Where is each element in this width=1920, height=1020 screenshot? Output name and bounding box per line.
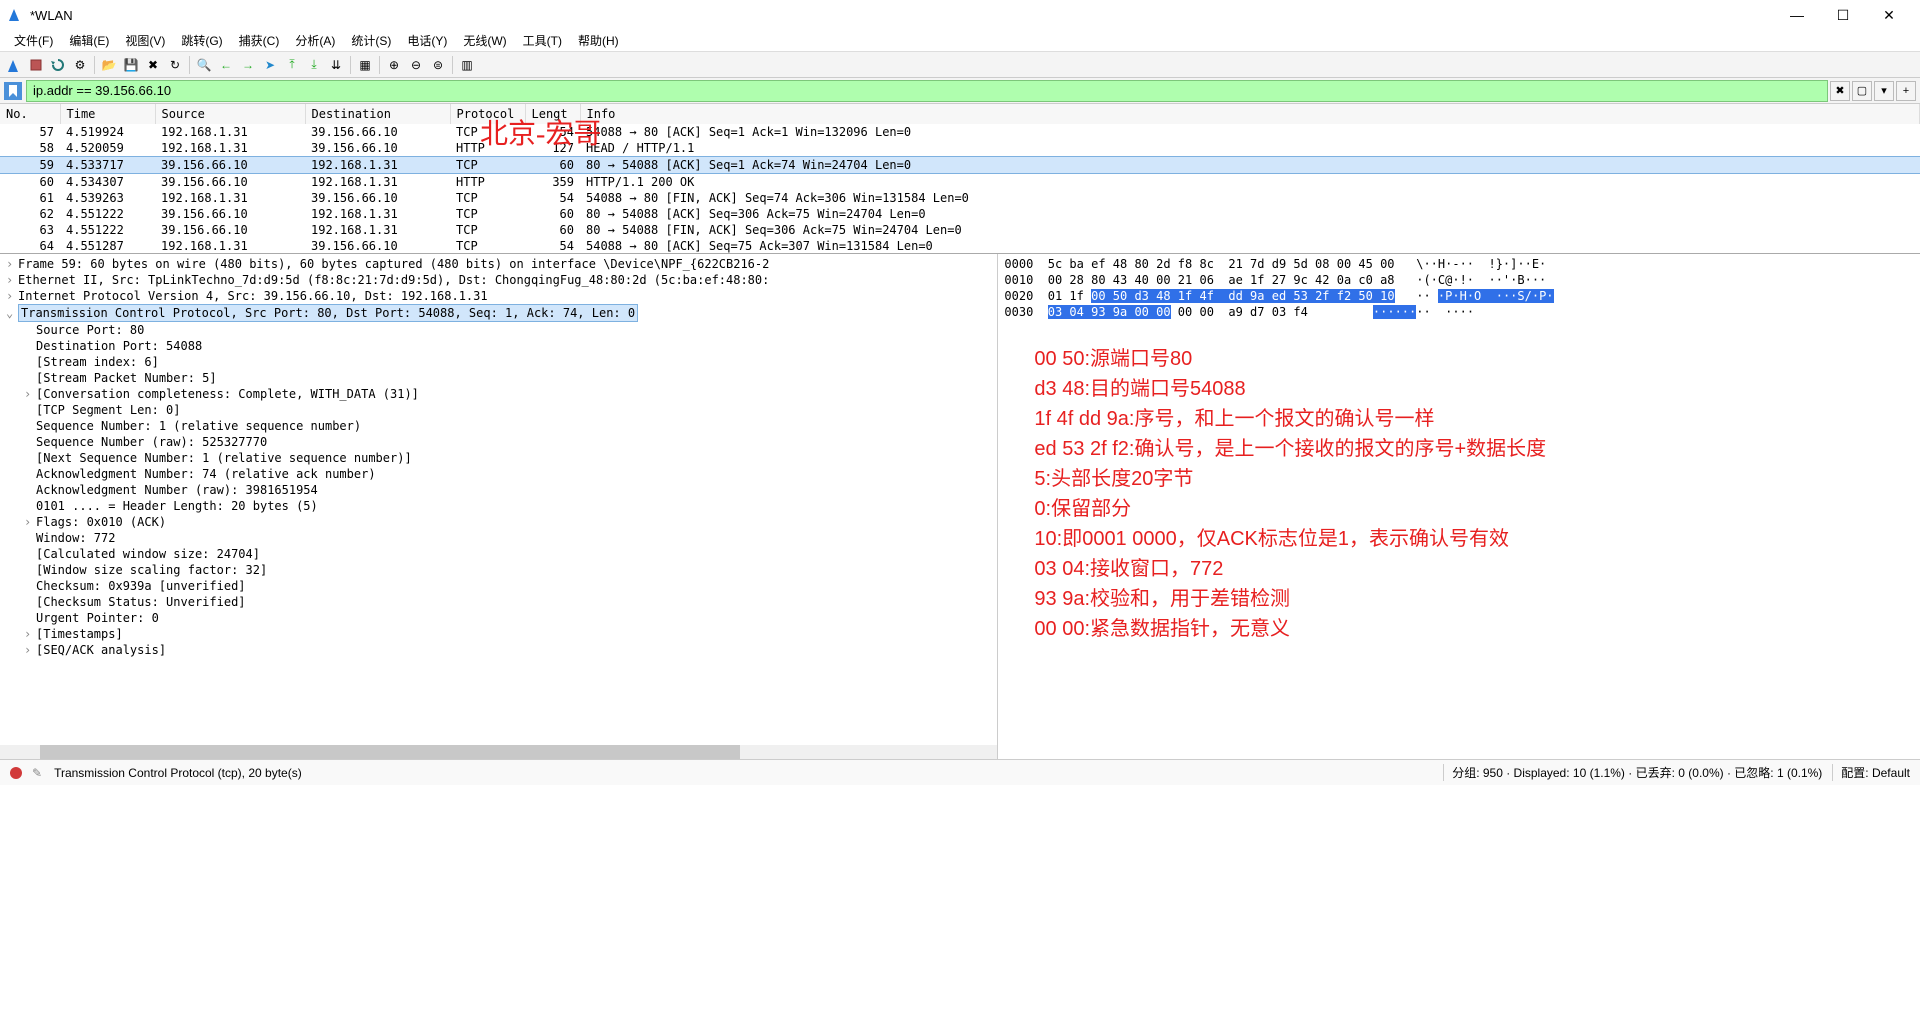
table-row[interactable]: 644.551287192.168.1.3139.156.66.10TCP545… [0,238,1920,254]
annotation-title: 北京-宏哥 [480,112,601,152]
colorize-icon[interactable]: ▦ [355,55,375,75]
detail-field[interactable]: Acknowledgment Number: 74 (relative ack … [6,466,991,482]
scrollbar-h[interactable] [0,745,997,759]
menubar: 文件(F) 编辑(E) 视图(V) 跳转(G) 捕获(C) 分析(A) 统计(S… [0,30,1920,52]
zoom-reset-icon[interactable]: ⊜ [428,55,448,75]
start-capture-icon[interactable] [4,55,24,75]
maximize-button[interactable]: ☐ [1820,0,1866,30]
capture-comment-icon[interactable]: ✎ [32,766,42,780]
hex-pane[interactable]: 0000 5c ba ef 48 80 2d f8 8c 21 7d d9 5d… [998,254,1920,759]
display-filter-input[interactable] [26,80,1828,102]
detail-field[interactable]: Acknowledgment Number (raw): 3981651954 [6,482,991,498]
goto-icon[interactable]: ➤ [260,55,280,75]
detail-field[interactable]: Urgent Pointer: 0 [6,610,991,626]
prev-icon[interactable]: ← [216,55,236,75]
stop-capture-icon[interactable] [26,55,46,75]
apply-filter-icon[interactable]: ▢ [1852,81,1872,101]
menu-wireless[interactable]: 无线(W) [455,30,514,51]
detail-field[interactable]: Source Port: 80 [6,322,991,338]
titlebar: *WLAN — ☐ ✕ [0,0,1920,30]
detail-field[interactable]: Sequence Number (raw): 525327770 [6,434,991,450]
detail-field[interactable]: [Window size scaling factor: 32] [6,562,991,578]
zoom-in-icon[interactable]: ⊕ [384,55,404,75]
detail-frame[interactable]: Frame 59: 60 bytes on wire (480 bits), 6… [18,257,769,271]
detail-ip[interactable]: Internet Protocol Version 4, Src: 39.156… [18,289,488,303]
detail-field[interactable]: ›[Timestamps] [6,626,991,642]
history-filter-icon[interactable]: ▾ [1874,81,1894,101]
table-row[interactable]: 604.53430739.156.66.10192.168.1.31HTTP35… [0,174,1920,191]
open-icon[interactable]: 📂 [99,55,119,75]
autoscroll-icon[interactable]: ⇊ [326,55,346,75]
menu-help[interactable]: 帮助(H) [570,30,627,51]
reload-icon[interactable]: ↻ [165,55,185,75]
packet-details[interactable]: ›Frame 59: 60 bytes on wire (480 bits), … [0,254,998,759]
table-row[interactable]: 594.53371739.156.66.10192.168.1.31TCP608… [0,157,1920,174]
first-icon[interactable]: ⤒ [282,55,302,75]
save-icon[interactable]: 💾 [121,55,141,75]
table-row[interactable]: 634.55122239.156.66.10192.168.1.31TCP608… [0,222,1920,238]
toolbar: ⚙ 📂 💾 ✖ ↻ 🔍 ← → ➤ ⤒ ⤓ ⇊ ▦ ⊕ ⊖ ⊜ ▥ [0,52,1920,78]
detail-field[interactable]: [Stream Packet Number: 5] [6,370,991,386]
detail-field[interactable]: [Checksum Status: Unverified] [6,594,991,610]
status-selection: Transmission Control Protocol (tcp), 20 … [54,766,1439,780]
col-source[interactable]: Source [155,104,305,124]
detail-field[interactable]: ›Flags: 0x010 (ACK) [6,514,991,530]
close-button[interactable]: ✕ [1866,0,1912,30]
detail-field[interactable]: Window: 772 [6,530,991,546]
zoom-out-icon[interactable]: ⊖ [406,55,426,75]
menu-stats[interactable]: 统计(S) [343,30,399,51]
minimize-button[interactable]: — [1774,0,1820,30]
status-profile[interactable]: 配置: Default [1832,764,1910,781]
col-info[interactable]: Info [580,104,1920,124]
statusbar: ✎ Transmission Control Protocol (tcp), 2… [0,759,1920,785]
window-title: *WLAN [30,8,1774,23]
detail-field[interactable]: [TCP Segment Len: 0] [6,402,991,418]
col-time[interactable]: Time [60,104,155,124]
detail-field[interactable]: ›[SEQ/ACK analysis] [6,642,991,658]
detail-eth[interactable]: Ethernet II, Src: TpLinkTechno_7d:d9:5d … [18,273,769,287]
detail-field[interactable]: [Next Sequence Number: 1 (relative seque… [6,450,991,466]
detail-field[interactable]: 0101 .... = Header Length: 20 bytes (5) [6,498,991,514]
menu-telephony[interactable]: 电话(Y) [399,30,455,51]
detail-field[interactable]: Destination Port: 54088 [6,338,991,354]
detail-tcp[interactable]: Transmission Control Protocol, Src Port:… [18,304,638,322]
menu-file[interactable]: 文件(F) [6,30,61,51]
clear-filter-icon[interactable]: ✖ [1830,81,1850,101]
detail-field[interactable]: [Calculated window size: 24704] [6,546,991,562]
detail-field[interactable]: Sequence Number: 1 (relative sequence nu… [6,418,991,434]
table-row[interactable]: 574.519924192.168.1.3139.156.66.10TCP545… [0,124,1920,140]
options-capture-icon[interactable]: ⚙ [70,55,90,75]
menu-edit[interactable]: 编辑(E) [61,30,117,51]
table-row[interactable]: 584.520059192.168.1.3139.156.66.10HTTP12… [0,140,1920,157]
filter-bar: ✖ ▢ ▾ + [0,78,1920,104]
find-icon[interactable]: 🔍 [194,55,214,75]
menu-go[interactable]: 跳转(G) [173,30,230,51]
table-row[interactable]: 614.539263192.168.1.3139.156.66.10TCP545… [0,190,1920,206]
menu-tools[interactable]: 工具(T) [515,30,570,51]
restart-capture-icon[interactable] [48,55,68,75]
col-dest[interactable]: Destination [305,104,450,124]
packet-header-row: No. Time Source Destination Protocol Len… [0,104,1920,124]
expert-info-icon[interactable] [10,767,22,779]
status-packets: 分组: 950 · Displayed: 10 (1.1%) · 已丢弃: 0 … [1443,764,1822,781]
detail-field[interactable]: [Stream index: 6] [6,354,991,370]
close-file-icon[interactable]: ✖ [143,55,163,75]
table-row[interactable]: 624.55122239.156.66.10192.168.1.31TCP608… [0,206,1920,222]
resize-cols-icon[interactable]: ▥ [457,55,477,75]
last-icon[interactable]: ⤓ [304,55,324,75]
menu-analyze[interactable]: 分析(A) [287,30,343,51]
bookmark-icon[interactable] [4,82,22,100]
detail-field[interactable]: ›[Conversation completeness: Complete, W… [6,386,991,402]
menu-view[interactable]: 视图(V) [117,30,173,51]
annotation-notes: 00 50:源端口号80 d3 48:目的端口号54088 1f 4f dd 9… [1034,344,1546,644]
detail-field[interactable]: Checksum: 0x939a [unverified] [6,578,991,594]
app-icon [8,7,24,23]
add-filter-icon[interactable]: + [1896,81,1916,101]
menu-capture[interactable]: 捕获(C) [231,30,288,51]
packet-list[interactable]: 北京-宏哥 No. Time Source Destination Protoc… [0,104,1920,254]
col-no[interactable]: No. [0,104,60,124]
next-icon[interactable]: → [238,55,258,75]
